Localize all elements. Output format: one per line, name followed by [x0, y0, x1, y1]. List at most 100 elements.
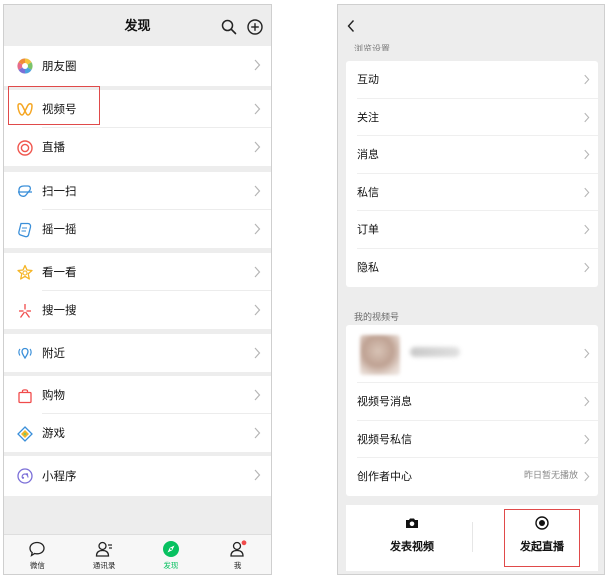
chevron-right-icon: [254, 185, 261, 197]
top-stories-icon: [17, 264, 33, 280]
tab-label: 通讯录: [92, 561, 116, 570]
chevron-right-icon: [254, 389, 261, 401]
tab-contacts[interactable]: 通讯录: [71, 535, 138, 574]
chevron-right-icon: [254, 141, 261, 153]
bottom-tab-bar: 微信 通讯录 发现 我: [4, 534, 271, 574]
list-item-label: 附近: [42, 346, 65, 360]
list-item-search[interactable]: 搜一搜: [4, 291, 271, 329]
channels-settings-screen: 浏览设置 互动 关注 消息 私信 订单 隐私 我的视频号 视频号消息 视频号私信…: [337, 4, 605, 575]
channel-actions-bar: 发表视频 发起直播: [346, 505, 598, 571]
search-icon[interactable]: [220, 18, 238, 36]
creator-center-status: 昨日暂无播放: [523, 471, 578, 482]
list-item-shopping[interactable]: 购物: [4, 376, 271, 414]
chevron-right-icon: [584, 187, 590, 198]
chat-bubble-icon: [29, 541, 46, 557]
settings-item-label: 关注: [357, 110, 379, 124]
chevron-right-icon: [254, 103, 261, 115]
chevron-right-icon: [254, 304, 261, 316]
channels-highlight-box: [8, 86, 100, 125]
group-stories: 看一看 搜一搜: [4, 253, 271, 329]
list-item-scan[interactable]: 扫一扫: [4, 172, 271, 210]
camera-icon: [406, 518, 418, 528]
settings-item-label: 互动: [357, 73, 379, 86]
group-mini-programs: 小程序: [4, 456, 271, 496]
chevron-right-icon: [254, 469, 261, 481]
discover-screen: 发现 朋友圈 视频号 直播 扫一扫 摇一摇 看一看 搜一搜 附近 购物 游戏 小…: [3, 4, 272, 575]
settings-item-label: 隐私: [357, 260, 379, 274]
chevron-right-icon: [584, 434, 590, 444]
settings-item-orders[interactable]: 订单: [346, 211, 598, 249]
action-label: 发表视频: [390, 540, 434, 553]
channel-item-creator-center[interactable]: 创作者中心 昨日暂无播放: [346, 458, 598, 496]
settings-item-interaction[interactable]: 互动: [346, 61, 598, 99]
channel-profile-row[interactable]: [346, 325, 598, 383]
settings-item-follow[interactable]: 关注: [346, 99, 598, 137]
nearby-icon: [18, 347, 32, 360]
group-moments: 朋友圈: [4, 46, 271, 86]
list-item-mini-programs[interactable]: 小程序: [4, 456, 271, 496]
search-discover-icon: [19, 304, 31, 318]
group-scan: 扫一扫 摇一摇: [4, 172, 271, 248]
contacts-icon: [95, 541, 113, 557]
list-item-nearby[interactable]: 附近: [4, 334, 271, 372]
list-item-label: 小程序: [42, 469, 77, 483]
scan-icon: [18, 185, 32, 197]
group-shopping: 购物 游戏: [4, 376, 271, 452]
settings-item-label: 消息: [357, 148, 379, 162]
post-video-button[interactable]: 发表视频: [352, 505, 472, 571]
shake-icon: [18, 222, 32, 238]
chevron-right-icon: [254, 347, 261, 359]
tab-discover[interactable]: 发现: [138, 535, 205, 574]
chevron-right-icon: [584, 471, 590, 482]
chevron-right-icon: [584, 112, 590, 122]
chevron-right-icon: [254, 427, 261, 439]
start-live-highlight-box: [504, 509, 580, 567]
list-item-live[interactable]: 直播: [4, 128, 271, 166]
games-icon: [17, 426, 33, 442]
section-title-cut: 浏览设置: [354, 45, 391, 51]
live-icon: [17, 140, 33, 156]
settings-item-privacy[interactable]: 隐私: [346, 249, 598, 287]
list-item-label: 直播: [42, 140, 65, 154]
tab-me[interactable]: 我: [204, 535, 271, 574]
settings-item-messages[interactable]: 消息: [346, 136, 598, 174]
channel-item-messages[interactable]: 视频号消息: [346, 383, 598, 421]
list-item-moments[interactable]: 朋友圈: [4, 46, 271, 86]
shopping-icon: [18, 389, 32, 404]
tab-chats[interactable]: 微信: [4, 535, 71, 574]
tab-label: 我: [233, 561, 242, 570]
chevron-right-icon: [254, 59, 261, 71]
tab-label: 微信: [29, 561, 45, 570]
list-item-label: 扫一扫: [42, 184, 77, 198]
list-item-label: 购物: [42, 388, 65, 402]
channel-item-label: 视频号私信: [357, 432, 412, 446]
channel-name-blurred: [410, 347, 460, 357]
my-channel-section-title: 我的视频号: [354, 313, 400, 323]
compass-icon: [162, 541, 179, 557]
settings-item-private-messages[interactable]: 私信: [346, 174, 598, 212]
back-icon[interactable]: [346, 19, 356, 33]
chevron-right-icon: [254, 266, 261, 278]
chevron-right-icon: [584, 225, 590, 235]
mini-programs-icon: [17, 468, 33, 484]
settings-item-label: 私信: [357, 185, 379, 199]
list-item-label: 摇一摇: [42, 222, 77, 236]
list-item-games[interactable]: 游戏: [4, 414, 271, 452]
list-item-top-stories[interactable]: 看一看: [4, 253, 271, 291]
chevron-right-icon: [584, 74, 590, 85]
chevron-right-icon: [254, 223, 261, 235]
list-item-label: 朋友圈: [42, 59, 77, 73]
list-item-label: 搜一搜: [42, 303, 77, 317]
discover-header: 发现: [4, 5, 271, 47]
list-item-label: 游戏: [42, 426, 65, 440]
group-nearby: 附近: [4, 334, 271, 372]
divider: [472, 522, 473, 552]
channel-item-label: 创作者中心: [357, 470, 412, 484]
channel-item-private-messages[interactable]: 视频号私信: [346, 421, 598, 459]
list-item-label: 看一看: [42, 265, 77, 279]
list-item-shake[interactable]: 摇一摇: [4, 210, 271, 248]
my-channel-group: 视频号消息 视频号私信 创作者中心 昨日暂无播放: [346, 325, 598, 496]
chevron-right-icon: [584, 396, 590, 407]
add-icon[interactable]: [246, 18, 264, 36]
avatar: [360, 335, 400, 375]
